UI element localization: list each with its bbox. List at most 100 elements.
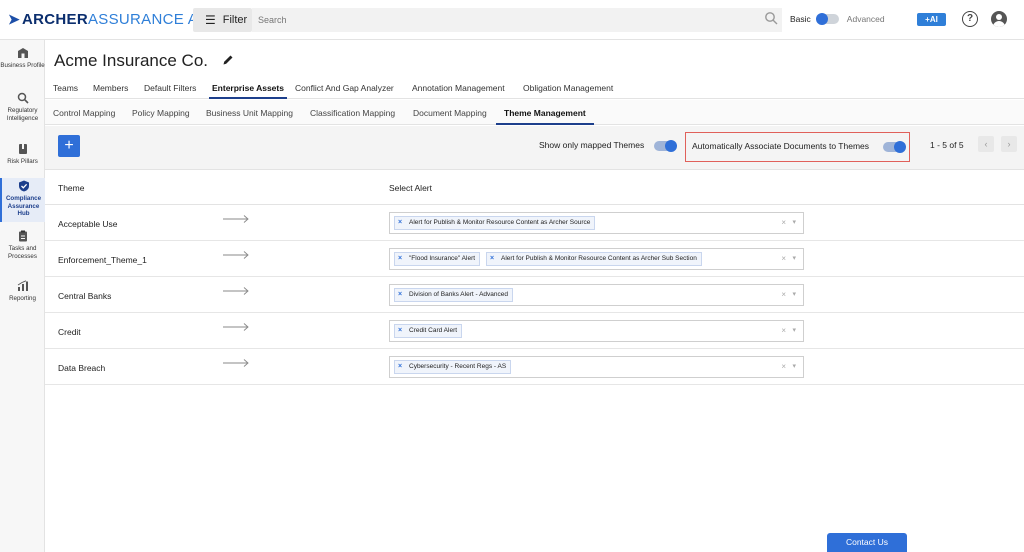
sidebar-item-tasks-and-processes[interactable]: Tasks and Processes [0,230,45,264]
mode-toggle[interactable] [815,13,839,25]
remove-chip-icon[interactable]: × [398,289,402,301]
shield-check-icon [18,180,29,192]
table-row: Data Breach × Cybersecurity - Recent Regs… [45,349,1024,385]
logo-mark-icon: ➤ [8,11,21,27]
subtab-document-mapping[interactable]: Document Mapping [413,108,487,118]
sidebar-item-business-profile[interactable]: Business Profile [0,47,45,83]
logo-text-archer: ARCHER [22,11,88,28]
top-bar: ➤ ARCHER ASSURANCE AI ☰ Filter Search Ba… [0,0,1024,40]
pagination-text: 1 - 5 of 5 [930,140,964,150]
search-icon[interactable] [764,11,778,25]
subtab-classification-mapping[interactable]: Classification Mapping [310,108,395,118]
tab-annotation-management[interactable]: Annotation Management [412,83,505,93]
alert-select[interactable]: × "Flood Insurance" Alert × Alert for Publ… [389,248,804,270]
chevron-down-icon[interactable]: ▾ [792,362,796,370]
alert-chip: × Cybersecurity - Recent Regs - AS [394,360,512,374]
remove-chip-icon[interactable]: × [398,325,402,337]
add-theme-button[interactable]: + [58,135,80,157]
building-icon [17,48,28,58]
prev-page-button[interactable]: ‹ [978,136,994,152]
show-mapped-toggle[interactable] [654,140,677,152]
alert-chip-label: Alert for Publish & Monitor Resource Con… [409,219,591,226]
sidebar-item-label: Risk Pillars [7,158,38,165]
alert-select[interactable]: × Division of Banks Alert - Advanced × ▾ [389,284,804,306]
table-row: Acceptable Use × Alert for Publish & Moni… [45,205,1024,241]
alert-select[interactable]: × Credit Card Alert × ▾ [389,320,804,342]
theme-name: Enforcement_Theme_1 [58,255,147,265]
tab-conflict-gap-analyzer[interactable]: Conflict And Gap Analyzer [295,83,394,93]
primary-tabs: Teams Members Default Filters Enterprise… [45,77,1024,99]
alert-chip: × Division of Banks Alert - Advanced [394,288,513,302]
chevron-down-icon[interactable]: ▾ [792,254,796,262]
ai-button[interactable]: +AI [917,13,946,26]
theme-name: Central Banks [58,291,112,301]
remove-chip-icon[interactable]: × [398,361,402,373]
alert-chip: × Credit Card Alert [394,324,463,338]
alert-chip-label: Cybersecurity - Recent Regs - AS [409,363,507,370]
page-title: Acme Insurance Co. [54,51,209,70]
logo-text-assurance: ASSURANCE AI [88,11,203,28]
table-header: Theme Select Alert [45,171,1024,205]
search-placeholder: Search [258,15,287,25]
column-header-theme: Theme [58,183,85,193]
column-header-select-alert: Select Alert [389,183,432,193]
contact-us-button[interactable]: Contact Us [827,533,907,552]
remove-chip-icon[interactable]: × [398,217,402,229]
help-icon[interactable]: ? [962,11,978,27]
app-logo[interactable]: ➤ ARCHER ASSURANCE AI [8,11,202,28]
alert-chip-label: Alert for Publish & Monitor Resource Con… [501,255,697,262]
theme-name: Acceptable Use [58,219,118,229]
tab-default-filters[interactable]: Default Filters [144,83,196,93]
alert-chip-label: Division of Banks Alert - Advanced [409,291,508,298]
auto-associate-toggle[interactable] [883,141,906,153]
table-row: Enforcement_Theme_1 × "Flood Insurance" A… [45,241,1024,277]
tab-teams[interactable]: Teams [53,83,78,93]
user-avatar-icon[interactable] [991,11,1007,27]
subtab-business-unit-mapping[interactable]: Business Unit Mapping [206,108,293,118]
clipboard-icon [18,230,27,242]
alert-select[interactable]: × Cybersecurity - Recent Regs - AS × ▾ [389,356,804,378]
subtab-control-mapping[interactable]: Control Mapping [53,108,115,118]
mode-basic-label: Basic [790,14,811,24]
main-content: Acme Insurance Co. Teams Members Default… [45,40,1024,552]
alert-chip: × "Flood Insurance" Alert [394,252,481,266]
sidebar-item-risk-pillars[interactable]: Risk Pillars [0,143,45,169]
remove-chip-icon[interactable]: × [398,253,402,265]
arrow-right-icon [223,215,249,223]
pencil-icon[interactable] [222,54,234,66]
sidebar-item-compliance-assurance-hub[interactable]: Compliance Assurance Hub [0,178,45,222]
table-row: Credit × Credit Card Alert × ▾ [45,313,1024,349]
subtab-theme-management[interactable]: Theme Management [496,108,594,125]
tab-obligation-management[interactable]: Obligation Management [523,83,613,93]
alert-chip-label: "Flood Insurance" Alert [409,255,476,262]
sidebar-item-regulatory-intelligence[interactable]: Regulatory Intelligence [0,92,45,128]
remove-chip-icon[interactable]: × [490,253,494,265]
alert-chip-label: Credit Card Alert [409,327,458,334]
tab-enterprise-assets[interactable]: Enterprise Assets [209,83,287,99]
alert-select[interactable]: × Alert for Publish & Monitor Resource Co… [389,212,804,234]
subtab-policy-mapping[interactable]: Policy Mapping [132,108,190,118]
auto-associate-label: Automatically Associate Documents to The… [692,141,870,151]
next-page-button[interactable]: › [1001,136,1017,152]
clear-icon[interactable]: × [781,326,786,335]
table-row: Central Banks × Division of Banks Alert -… [45,277,1024,313]
sidebar-item-reporting[interactable]: Reporting [0,280,45,304]
sidebar-item-label: Regulatory Intelligence [6,107,39,122]
clear-icon[interactable]: × [781,290,786,299]
theme-toolbar: + Show only mapped Themes Automatically … [45,126,1024,170]
sidebar-item-label: Compliance Assurance Hub [5,195,42,217]
clear-icon[interactable]: × [781,254,786,263]
tab-members[interactable]: Members [93,83,128,93]
magnify-icon [17,92,29,104]
search-input[interactable]: Search [252,8,782,32]
sidebar: Business Profile Regulatory Intelligence… [0,40,45,552]
sidebar-item-label: Tasks and Processes [8,245,37,260]
chevron-down-icon[interactable]: ▾ [792,326,796,334]
arrow-right-icon [223,287,249,295]
chevron-down-icon[interactable]: ▾ [792,290,796,298]
clear-icon[interactable]: × [781,362,786,371]
mode-advanced-label: Advanced [846,14,885,24]
filter-button[interactable]: ☰ Filter [193,8,252,32]
clear-icon[interactable]: × [781,218,786,227]
chevron-down-icon[interactable]: ▾ [792,218,796,226]
